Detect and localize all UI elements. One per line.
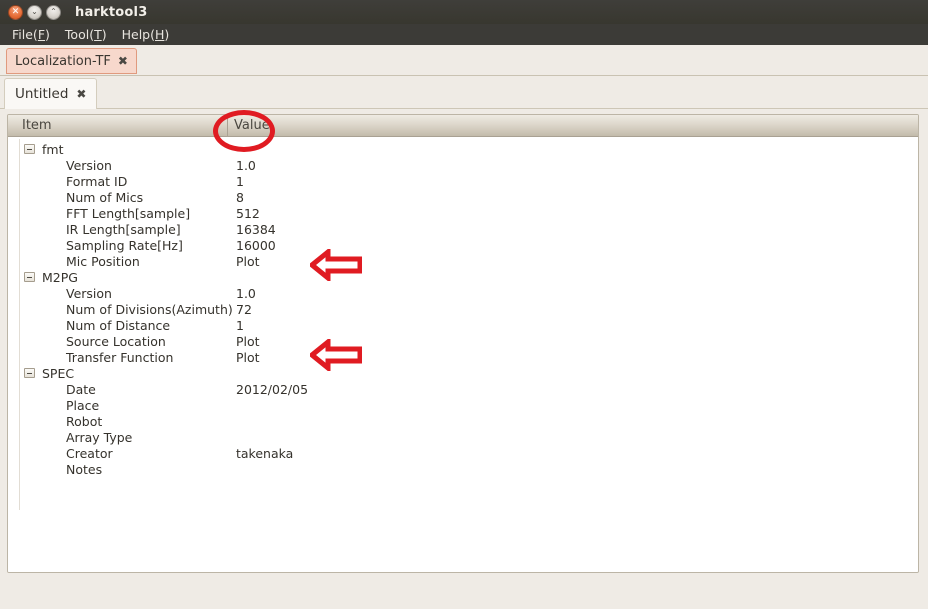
tree-row-value: 8 bbox=[236, 189, 244, 205]
tab-localization-tf[interactable]: Localization-TF ✖ bbox=[6, 48, 137, 74]
tree-row[interactable]: Place bbox=[8, 397, 918, 413]
menu-tool-label: Tool bbox=[64, 27, 90, 42]
tree-row-value: 1 bbox=[236, 173, 244, 189]
tree-row[interactable]: Robot bbox=[8, 413, 918, 429]
table-header: Item Value bbox=[8, 115, 918, 137]
tree-row-item-label: SPEC bbox=[42, 365, 75, 381]
tree-row-item-label: Version bbox=[66, 285, 112, 301]
window-controls: ✕ ⌄ ⌃ bbox=[8, 4, 61, 20]
tree-row-item-label: Mic Position bbox=[66, 253, 140, 269]
property-panel: Item Value fmt Version 1.0 Format ID 1 Num of… bbox=[7, 114, 919, 573]
tree-row[interactable]: Mic Position Plot bbox=[8, 253, 918, 269]
menu-help[interactable]: Help(H) bbox=[116, 25, 179, 44]
tree-row[interactable]: Format ID 1 bbox=[8, 173, 918, 189]
tree-rows: fmt Version 1.0 Format ID 1 Num of Mics 8 FFT L… bbox=[8, 141, 918, 477]
tree-row-item-label: Source Location bbox=[66, 333, 166, 349]
tree-row-value[interactable]: Plot bbox=[236, 350, 260, 365]
tab-untitled-label: Untitled bbox=[15, 86, 69, 102]
tree-row-value: takenaka bbox=[236, 445, 294, 461]
collapse-minus-icon[interactable] bbox=[24, 368, 35, 378]
tree-row[interactable]: Transfer Function Plot bbox=[8, 349, 918, 365]
tree-row-item-label: Sampling Rate[Hz] bbox=[66, 237, 183, 253]
tree-row-item-label: Version bbox=[66, 157, 112, 173]
tree-row-value: 1 bbox=[236, 317, 244, 333]
tab-untitled[interactable]: Untitled ✖ bbox=[4, 78, 98, 109]
tree-row[interactable]: Version 1.0 bbox=[8, 285, 918, 301]
tree-row-value: 16000 bbox=[236, 237, 276, 253]
title-bar: ✕ ⌄ ⌃ harktool3 bbox=[0, 0, 928, 24]
tree-row-item-label: IR Length[sample] bbox=[66, 221, 181, 237]
tree-row[interactable]: Notes bbox=[8, 461, 918, 477]
tree-row-item-label: Robot bbox=[66, 413, 103, 429]
tree-row[interactable]: Date 2012/02/05 bbox=[8, 381, 918, 397]
tree-row-item-label: Format ID bbox=[66, 173, 128, 189]
property-tree[interactable]: fmt Version 1.0 Format ID 1 Num of Mics 8 FFT L… bbox=[8, 137, 918, 572]
tree-row[interactable]: Num of Distance 1 bbox=[8, 317, 918, 333]
tree-row-item-label: M2PG bbox=[42, 269, 78, 285]
tree-row-item-label: Num of Distance bbox=[66, 317, 171, 333]
maximize-window-icon[interactable]: ⌃ bbox=[46, 4, 61, 20]
tab-localization-tf-close-icon[interactable]: ✖ bbox=[118, 55, 128, 67]
tree-row[interactable]: Creator takenaka bbox=[8, 445, 918, 461]
menu-file[interactable]: File(F) bbox=[6, 25, 59, 44]
tree-row[interactable]: Sampling Rate[Hz] 16000 bbox=[8, 237, 918, 253]
tree-row-item-label: Date bbox=[66, 381, 96, 397]
tree-row-item-label: Notes bbox=[66, 461, 103, 477]
menu-file-label: File bbox=[12, 27, 33, 42]
tab-untitled-close-icon[interactable]: ✖ bbox=[76, 88, 86, 100]
tree-row-item-label: Transfer Function bbox=[66, 349, 174, 365]
tab-localization-tf-label: Localization-TF bbox=[15, 53, 111, 69]
tree-row-item-label: Place bbox=[66, 397, 100, 413]
tree-row-value: 2012/02/05 bbox=[236, 381, 309, 397]
inner-tab-strip: Untitled ✖ bbox=[0, 76, 928, 109]
menu-bar: File(F) Tool(T) Help(H) bbox=[0, 24, 928, 45]
tree-group-row[interactable]: SPEC bbox=[8, 365, 918, 381]
collapse-minus-icon[interactable] bbox=[24, 144, 35, 154]
tree-row-item-label: Array Type bbox=[66, 429, 133, 445]
tree-row-item-label: Num of Mics bbox=[66, 189, 144, 205]
tree-row[interactable]: Version 1.0 bbox=[8, 157, 918, 173]
tree-row-value: 1.0 bbox=[236, 285, 256, 301]
tree-group-row[interactable]: fmt bbox=[8, 141, 918, 157]
minimize-window-icon[interactable]: ⌄ bbox=[27, 4, 42, 20]
collapse-minus-icon[interactable] bbox=[24, 272, 35, 282]
tree-row-value: 512 bbox=[236, 205, 260, 221]
close-window-icon[interactable]: ✕ bbox=[8, 4, 23, 20]
tree-row-item-label: Creator bbox=[66, 445, 113, 461]
tree-row-value[interactable]: Plot bbox=[236, 254, 260, 269]
window-title: harktool3 bbox=[75, 4, 148, 20]
tree-group-row[interactable]: M2PG bbox=[8, 269, 918, 285]
column-header-value[interactable]: Value bbox=[229, 115, 270, 137]
tree-row-value: 16384 bbox=[236, 221, 276, 237]
outer-tab-strip: Localization-TF ✖ bbox=[0, 45, 928, 76]
tree-row[interactable]: Num of Mics 8 bbox=[8, 189, 918, 205]
application-window: ✕ ⌄ ⌃ harktool3 File(F) Tool(T) Help(H) … bbox=[0, 0, 928, 609]
tree-row-value: 72 bbox=[236, 301, 252, 317]
menu-help-label: Help bbox=[121, 27, 151, 42]
tree-row[interactable]: Array Type bbox=[8, 429, 918, 445]
menu-file-mnemonic: F bbox=[37, 27, 46, 42]
tree-row-item-label: fmt bbox=[42, 141, 64, 157]
menu-help-mnemonic: H bbox=[155, 27, 165, 42]
menu-tool-mnemonic: T bbox=[94, 27, 102, 42]
tree-row-item-label: FFT Length[sample] bbox=[66, 205, 191, 221]
tree-row-value: 1.0 bbox=[236, 157, 256, 173]
menu-tool[interactable]: Tool(T) bbox=[59, 25, 116, 44]
tree-row-item-label: Num of Divisions(Azimuth) bbox=[66, 301, 233, 317]
tree-row[interactable]: Num of Divisions(Azimuth) 72 bbox=[8, 301, 918, 317]
tree-row[interactable]: Source Location Plot bbox=[8, 333, 918, 349]
column-header-item[interactable]: Item bbox=[18, 115, 228, 137]
tree-row[interactable]: IR Length[sample] 16384 bbox=[8, 221, 918, 237]
tree-row-value[interactable]: Plot bbox=[236, 334, 260, 349]
tree-row[interactable]: FFT Length[sample] 512 bbox=[8, 205, 918, 221]
